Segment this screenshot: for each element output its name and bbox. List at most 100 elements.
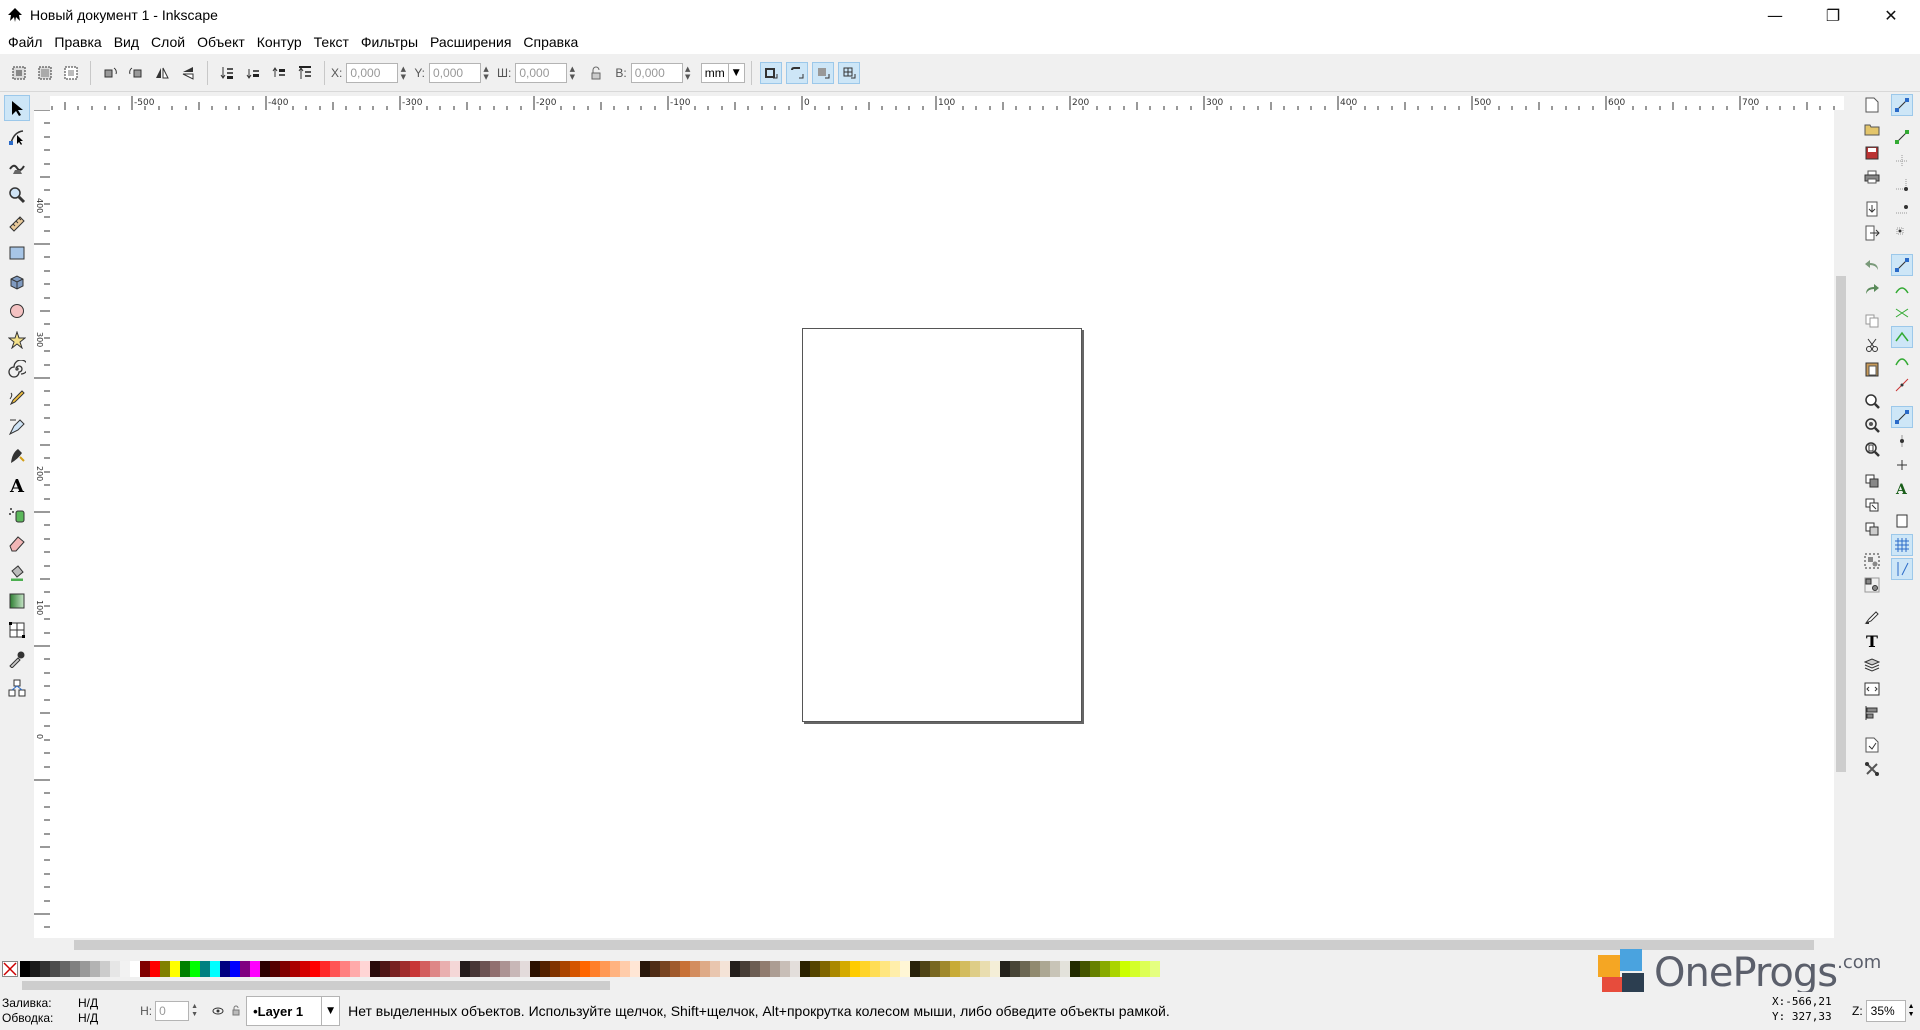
palette-swatch[interactable] xyxy=(430,961,440,977)
palette-swatch[interactable] xyxy=(1090,961,1100,977)
palette-swatch[interactable] xyxy=(530,961,540,977)
menu-help[interactable]: Справка xyxy=(517,30,584,54)
palette-swatch[interactable] xyxy=(550,961,560,977)
zoom-drawing-icon[interactable] xyxy=(1861,414,1883,436)
palette-swatch[interactable] xyxy=(220,961,230,977)
ellipse-tool-icon[interactable] xyxy=(4,298,30,324)
raise-to-top-icon[interactable] xyxy=(294,62,316,84)
palette-swatch[interactable] xyxy=(120,961,130,977)
palette-swatch[interactable] xyxy=(40,961,50,977)
snap-bbox-midpoint-icon[interactable] xyxy=(1891,198,1913,220)
palette-swatch[interactable] xyxy=(770,961,780,977)
palette-swatch[interactable] xyxy=(650,961,660,977)
palette-swatch[interactable] xyxy=(540,961,550,977)
palette-swatch[interactable] xyxy=(890,961,900,977)
import-icon[interactable] xyxy=(1861,198,1883,220)
palette-swatch[interactable] xyxy=(1120,961,1130,977)
vertical-scrollbar[interactable] xyxy=(1834,110,1848,938)
palette-swatch[interactable] xyxy=(110,961,120,977)
cut-icon[interactable] xyxy=(1861,334,1883,356)
palette-swatch[interactable] xyxy=(840,961,850,977)
menu-layer[interactable]: Слой xyxy=(145,30,191,54)
palette-swatch[interactable] xyxy=(600,961,610,977)
zoom-input[interactable]: 35% xyxy=(1865,1000,1906,1022)
duplicate-icon[interactable] xyxy=(1861,470,1883,492)
palette-swatch[interactable] xyxy=(490,961,500,977)
palette-swatch[interactable] xyxy=(30,961,40,977)
snap-rotation-center-icon[interactable] xyxy=(1891,454,1913,476)
xml-editor-icon[interactable] xyxy=(1861,678,1883,700)
unlink-clone-icon[interactable] xyxy=(1861,518,1883,540)
eraser-tool-icon[interactable] xyxy=(4,530,30,556)
menu-filters[interactable]: Фильтры xyxy=(355,30,424,54)
flip-vertical-icon[interactable] xyxy=(177,62,199,84)
scale-stroke-icon[interactable] xyxy=(759,61,782,84)
pencil-tool-icon[interactable] xyxy=(4,385,30,411)
menu-object[interactable]: Объект xyxy=(191,30,251,54)
palette-swatch[interactable] xyxy=(1050,961,1060,977)
palette-swatch[interactable] xyxy=(80,961,90,977)
palette-swatch[interactable] xyxy=(340,961,350,977)
unit-select[interactable]: mm ▼ xyxy=(700,62,745,83)
flip-horizontal-icon[interactable] xyxy=(151,62,173,84)
palette-swatch[interactable] xyxy=(870,961,880,977)
layers-icon[interactable] xyxy=(1861,654,1883,676)
save-icon[interactable] xyxy=(1861,142,1883,164)
palette-swatch[interactable] xyxy=(360,961,370,977)
palette-swatch[interactable] xyxy=(790,961,800,977)
palette-swatch[interactable] xyxy=(990,961,1000,977)
palette-swatch[interactable] xyxy=(760,961,770,977)
palette-swatch[interactable] xyxy=(260,961,270,977)
palette-swatch[interactable] xyxy=(810,961,820,977)
rectangle-tool-icon[interactable] xyxy=(4,240,30,266)
menu-path[interactable]: Контур xyxy=(251,30,308,54)
palette-swatch[interactable] xyxy=(240,961,250,977)
eye-icon[interactable] xyxy=(210,1003,226,1019)
snap-grid-icon[interactable] xyxy=(1891,534,1913,556)
paste-icon[interactable] xyxy=(1861,358,1883,380)
palette-swatch[interactable] xyxy=(950,961,960,977)
palette-swatch[interactable] xyxy=(330,961,340,977)
palette-swatch[interactable] xyxy=(670,961,680,977)
calligraphy-tool-icon[interactable] xyxy=(4,443,30,469)
palette-swatch[interactable] xyxy=(520,961,530,977)
palette-swatch[interactable] xyxy=(500,961,510,977)
snap-paths-icon[interactable] xyxy=(1891,278,1913,300)
mesh-tool-icon[interactable] xyxy=(4,617,30,643)
opacity-spinner[interactable]: ▲ ▼ xyxy=(191,1003,198,1019)
text-tool-icon[interactable]: A xyxy=(4,472,30,498)
palette-swatch[interactable] xyxy=(1140,961,1150,977)
palette-swatch[interactable] xyxy=(50,961,60,977)
x-spinner[interactable]: ▲ ▼ xyxy=(398,63,408,83)
snap-line-midpoints-icon[interactable] xyxy=(1891,374,1913,396)
snap-cusp-nodes-icon[interactable] xyxy=(1891,326,1913,348)
palette-swatch[interactable] xyxy=(900,961,910,977)
paint-bucket-tool-icon[interactable] xyxy=(4,559,30,585)
text-font-icon[interactable]: T xyxy=(1861,630,1883,652)
snap-nodes-icon[interactable] xyxy=(1891,254,1913,276)
align-distribute-icon[interactable] xyxy=(1861,702,1883,724)
star-tool-icon[interactable] xyxy=(4,327,30,353)
palette-swatch[interactable] xyxy=(200,961,210,977)
palette-swatch[interactable] xyxy=(320,961,330,977)
palette-swatch[interactable] xyxy=(150,961,160,977)
select-all-layers-icon[interactable] xyxy=(34,62,56,84)
palette-swatch[interactable] xyxy=(750,961,760,977)
pen-tool-icon[interactable] xyxy=(4,414,30,440)
palette-swatch[interactable] xyxy=(250,961,260,977)
spray-tool-icon[interactable] xyxy=(4,501,30,527)
opacity-input[interactable]: 0 xyxy=(155,1001,190,1021)
lock-icon[interactable] xyxy=(228,1003,244,1019)
transform-patterns-icon[interactable] xyxy=(837,61,860,84)
snap-others-icon[interactable] xyxy=(1891,406,1913,428)
palette-swatch[interactable] xyxy=(390,961,400,977)
palette-swatch[interactable] xyxy=(710,961,720,977)
palette-swatch[interactable] xyxy=(980,961,990,977)
palette-swatch[interactable] xyxy=(780,961,790,977)
palette-swatch[interactable] xyxy=(420,961,430,977)
palette-swatch[interactable] xyxy=(720,961,730,977)
y-input[interactable]: 0,000 xyxy=(429,62,482,83)
menu-edit[interactable]: Правка xyxy=(48,30,107,54)
preferences-icon[interactable] xyxy=(1861,758,1883,780)
undo-icon[interactable] xyxy=(1861,254,1883,276)
